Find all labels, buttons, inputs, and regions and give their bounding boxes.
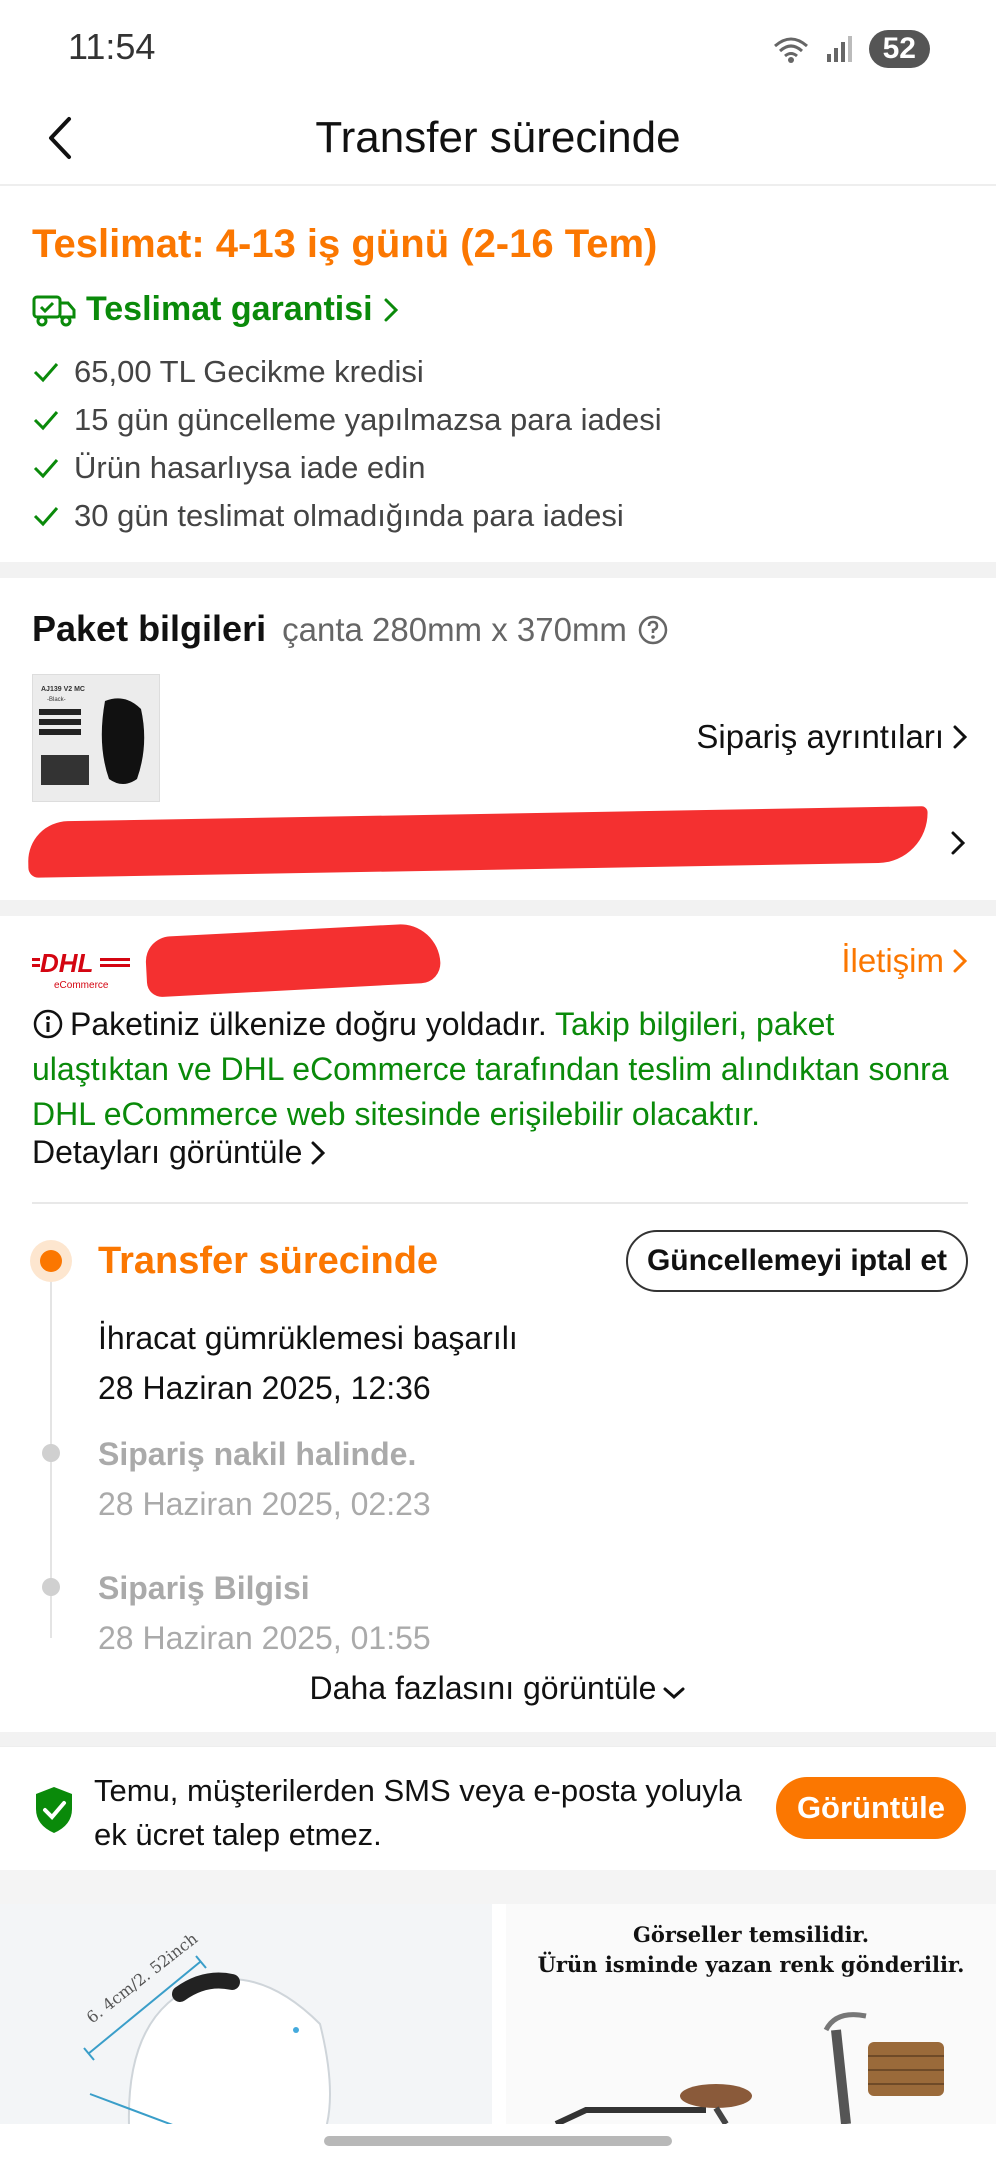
mouse-product-image: AJ139 V2 MC -Black-: [33, 675, 159, 801]
guarantee-item-text: Ürün hasarlıysa iade edin: [74, 450, 426, 485]
check-icon: [33, 507, 59, 527]
section-divider: [0, 1732, 996, 1746]
current-status: Transfer sürecinde: [98, 1240, 439, 1282]
guarantee-item-text: 30 gün teslimat olmadığında para iadesi: [74, 498, 624, 533]
dhl-logo-subtext: eCommerce: [54, 980, 109, 991]
guarantee-item-text: 15 gün güncelleme yapılmazsa para iadesi: [74, 402, 662, 437]
product-caption-line: Ürün isminde yazan renk gönderilir.: [537, 1952, 965, 1977]
package-title-label: Paket bilgileri: [32, 608, 267, 649]
thumb-color: -Black-: [47, 697, 66, 703]
help-icon[interactable]: [637, 614, 669, 646]
shield-check-icon: [36, 1787, 72, 1833]
chevron-right-icon: [953, 725, 968, 749]
section-divider: [0, 900, 996, 916]
view-more-label: Daha fazlasını görüntüle: [309, 1670, 657, 1706]
dhl-logo: DHL eCommerce: [32, 948, 130, 991]
contact-label: İletişim: [841, 942, 944, 979]
check-icon: [33, 363, 59, 383]
dhl-logo-text: DHL: [40, 948, 93, 978]
package-title: Paket bilgileri çanta 280mm x 370mm: [32, 608, 669, 650]
wifi-icon: [773, 37, 808, 63]
guarantee-list: 65,00 TL Gecikme kredisi 15 gün güncelle…: [32, 348, 662, 540]
chevron-down-icon: [663, 1687, 685, 1700]
timeline-dot-active: [30, 1240, 72, 1282]
timeline-dot: [42, 1578, 60, 1596]
tracking-timeline: Transfer sürecinde Güncellemeyi iptal et…: [0, 1218, 996, 1656]
divider: [32, 1202, 968, 1204]
guarantee-item: 65,00 TL Gecikme kredisi: [32, 348, 662, 396]
info-icon: [33, 1009, 63, 1039]
order-details-label: Sipariş ayrıntıları: [696, 718, 944, 755]
contact-link[interactable]: İletişim: [841, 942, 968, 980]
home-indicator[interactable]: [324, 2136, 672, 2146]
cancel-update-button[interactable]: Güncellemeyi iptal et: [626, 1230, 968, 1292]
chevron-right-icon: [953, 949, 968, 973]
event-status: Sipariş Bilgisi: [98, 1570, 310, 1606]
redaction-mark: [27, 806, 929, 878]
status-icons: 52: [771, 30, 930, 68]
tracking-info: Paketiniz ülkenize doğru yoldadır. Takip…: [32, 1002, 972, 1137]
guarantee-item: 30 gün teslimat olmadığında para iadesi: [32, 492, 662, 540]
view-details-label: Detayları görüntüle: [32, 1134, 303, 1170]
view-button[interactable]: Görüntüle: [776, 1777, 966, 1839]
tracking-info-text: Paketiniz ülkenize doğru yoldadır.: [70, 1006, 547, 1042]
section-divider: [0, 1870, 996, 1904]
bicycle-image: [554, 2012, 944, 2124]
redaction-mark: [144, 922, 442, 998]
white-mouse-image: 6. 4cm/2. 52inch: [0, 1904, 492, 2124]
chevron-right-icon: [311, 1141, 326, 1164]
battery-indicator: 52: [868, 30, 930, 68]
guarantee-item: 15 gün güncelleme yapılmazsa para iadesi: [32, 396, 662, 444]
header: Transfer sürecinde: [0, 90, 996, 186]
check-icon: [33, 459, 59, 479]
chevron-right-icon: [384, 298, 398, 321]
current-status-date: 28 Haziran 2025, 12:36: [98, 1370, 431, 1406]
view-more-button[interactable]: Daha fazlasını görüntüle: [0, 1670, 996, 1709]
delivery-estimate: Teslimat: 4-13 iş günü (2-16 Tem): [32, 222, 658, 266]
guarantee-item-text: 65,00 TL Gecikme kredisi: [74, 354, 424, 389]
product-caption-line: Görseller temsilidir.: [632, 1922, 870, 1947]
signal-icon: [826, 36, 852, 62]
guarantee-label: Teslimat garantisi: [86, 290, 373, 328]
timeline-dot: [42, 1444, 60, 1462]
product-card[interactable]: Görseller temsilidir. Ürün isminde yazan…: [506, 1904, 996, 2124]
event-date: 28 Haziran 2025, 01:55: [98, 1620, 431, 1656]
event-status: Sipariş nakil halinde.: [98, 1436, 417, 1472]
chevron-right-icon: [951, 831, 966, 855]
delivery-guarantee-link[interactable]: Teslimat garantisi: [32, 290, 399, 329]
status-time: 11:54: [68, 26, 156, 67]
sms-notice-text: Temu, müşterilerden SMS veya e-posta yol…: [94, 1773, 742, 1852]
address-row[interactable]: [24, 806, 974, 888]
recommended-products: 6. 4cm/2. 52inch Görseller temsilidir. Ü…: [0, 1904, 996, 2124]
truck-check-icon: [32, 295, 76, 326]
section-divider: [0, 562, 996, 578]
guarantee-item: Ürün hasarlıysa iade edin: [32, 444, 662, 492]
thumb-model: AJ139 V2 MC: [41, 686, 85, 693]
package-section: Paket bilgileri çanta 280mm x 370mm AJ13…: [0, 578, 996, 900]
carrier-section: DHL eCommerce İletişim Paketiniz ülkeniz…: [0, 918, 996, 1754]
sms-notice: Temu, müşterilerden SMS veya e-posta yol…: [0, 1746, 996, 1870]
status-bar: 11:54 52: [0, 0, 996, 90]
event-date: 28 Haziran 2025, 02:23: [98, 1486, 431, 1522]
current-status-text: İhracat gümrüklemesi başarılı: [98, 1320, 518, 1356]
check-icon: [33, 411, 59, 431]
delivery-section: Teslimat: 4-13 iş günü (2-16 Tem) Teslim…: [0, 188, 996, 562]
product-caption: Görseller temsilidir. Ürün isminde yazan…: [506, 1920, 996, 1980]
package-size: çanta 280mm x 370mm: [282, 611, 627, 648]
view-details-link[interactable]: Detayları görüntüle: [32, 1134, 326, 1171]
product-thumbnail[interactable]: AJ139 V2 MC -Black-: [32, 674, 160, 802]
order-details-link[interactable]: Sipariş ayrıntıları: [696, 718, 968, 756]
page-title: Transfer sürecinde: [315, 113, 681, 162]
product-card[interactable]: 6. 4cm/2. 52inch: [0, 1904, 492, 2124]
